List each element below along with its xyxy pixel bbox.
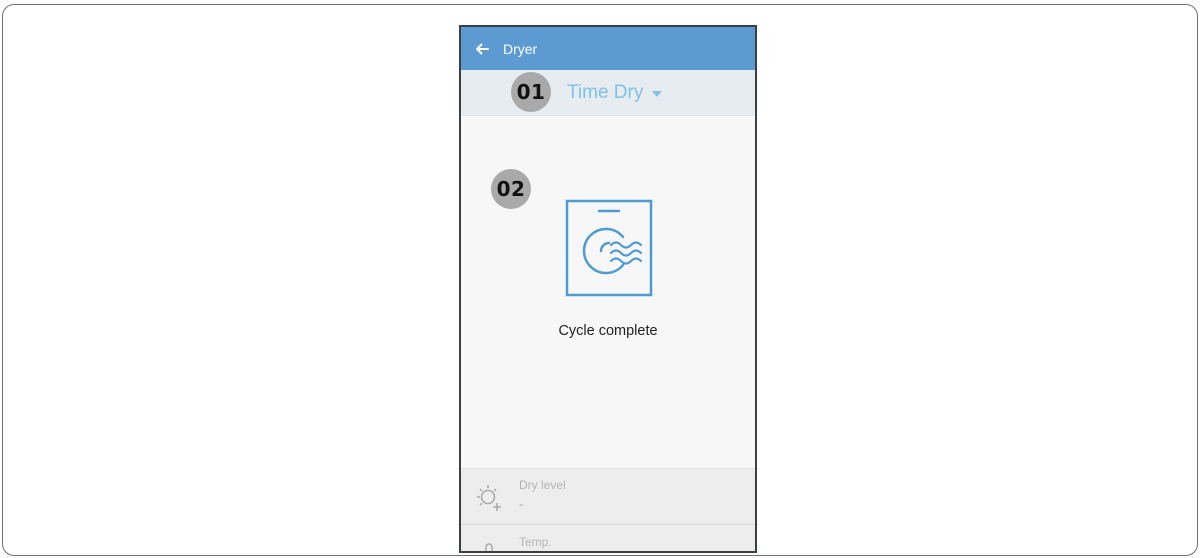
setting-row-temp[interactable]: Temp. [461, 526, 755, 551]
callout-badge-01: 01 [511, 72, 551, 112]
temp-label: Temp. [519, 535, 552, 549]
callout-badge-02: 02 [491, 169, 531, 209]
phone-screen: Dryer 01 Time Dry 02 Cycle complete Dry … [459, 25, 757, 553]
dry-level-label: Dry level [519, 478, 566, 492]
mode-dropdown[interactable]: Time Dry [567, 80, 663, 106]
dry-level-value: - [519, 497, 523, 511]
mode-bar: 01 Time Dry [461, 70, 755, 116]
screenshot-frame: Dryer 01 Time Dry 02 Cycle complete Dry … [2, 4, 1198, 556]
app-bar: Dryer [461, 27, 755, 70]
setting-row-dry-level[interactable]: Dry level - [461, 469, 755, 525]
mode-selected-label: Time Dry [567, 82, 644, 103]
settings-panel: Dry level - Temp. [461, 468, 755, 551]
cycle-status-text: Cycle complete [558, 323, 658, 339]
back-arrow-icon[interactable] [473, 40, 491, 58]
sun-plus-icon [477, 485, 501, 511]
thermometer-icon [485, 543, 493, 551]
caret-down-icon [652, 91, 663, 97]
app-title: Dryer [503, 40, 538, 57]
dryer-icon [565, 199, 653, 297]
